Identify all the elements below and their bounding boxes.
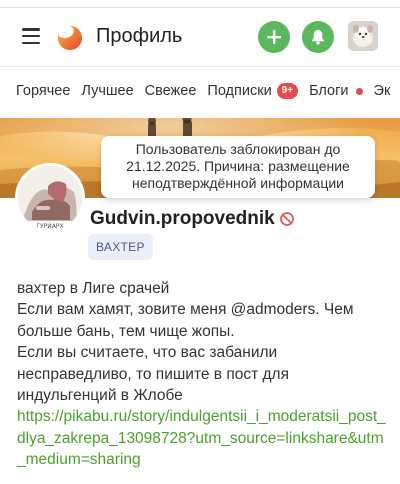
tab-hot[interactable]: Горячее (16, 83, 70, 99)
tab-label: Лучшее (81, 83, 134, 99)
tab-blogs[interactable]: Блоги (309, 83, 363, 99)
tooltip-line: Пользователь заблокирован до (135, 141, 341, 157)
notifications-button[interactable] (302, 21, 334, 53)
tab-label: Свежее (144, 83, 197, 99)
tab-label: Горячее (16, 83, 71, 99)
plus-icon (267, 30, 281, 44)
bio-link[interactable]: https://pikabu.ru/story/indulgentsii_i_m… (17, 408, 386, 468)
tab-label: Эк (373, 83, 391, 99)
tab-fresh[interactable]: Свежее (145, 83, 197, 99)
tab-label: Подписки (207, 83, 272, 99)
user-avatar[interactable] (348, 21, 378, 51)
add-post-button[interactable] (258, 21, 290, 53)
tooltip-line: неподтверждённой информации (131, 175, 344, 191)
tab-best[interactable]: Лучшее (81, 83, 133, 99)
bell-icon (312, 30, 324, 45)
tab-more[interactable]: Эк (374, 83, 391, 99)
pikabu-logo-icon[interactable] (55, 22, 85, 52)
subscriptions-count-badge: 9+ (276, 83, 299, 99)
hamburger-icon[interactable] (22, 28, 40, 44)
profile-avatar[interactable]: ГУРИАРХ (15, 163, 85, 233)
tab-subscriptions[interactable]: Подписки 9+ (207, 83, 299, 99)
profile-username: Gudvin.propovednik (90, 208, 275, 229)
bio-line: Если вы считаете, что вас забанили неспр… (17, 344, 289, 405)
tooltip-line: 21.12.2025. Причина: размещение (126, 158, 350, 174)
profile-bio: вахтер в Лиге срачей Если вам хамят, зов… (17, 278, 389, 471)
blocked-tooltip: Пользователь заблокирован до 21.12.2025.… (101, 136, 375, 198)
role-badge: ВАХТЕР (88, 234, 153, 260)
tab-label: Блоги (309, 83, 349, 99)
blocked-icon[interactable] (279, 211, 295, 227)
feed-tabs: Горячее Лучшее Свежее Подписки 9+ Блоги Э… (0, 67, 400, 115)
top-strip (0, 0, 400, 8)
app-header: Профиль (0, 8, 400, 66)
bio-line: вахтер в Лиге срачей (17, 280, 170, 297)
avatar-caption: ГУРИАРХ (36, 223, 63, 230)
blogs-new-dot (355, 87, 363, 95)
bio-line: Если вам хамят, зовите меня @admoders. Ч… (17, 301, 354, 340)
page-title: Профиль (96, 25, 183, 47)
